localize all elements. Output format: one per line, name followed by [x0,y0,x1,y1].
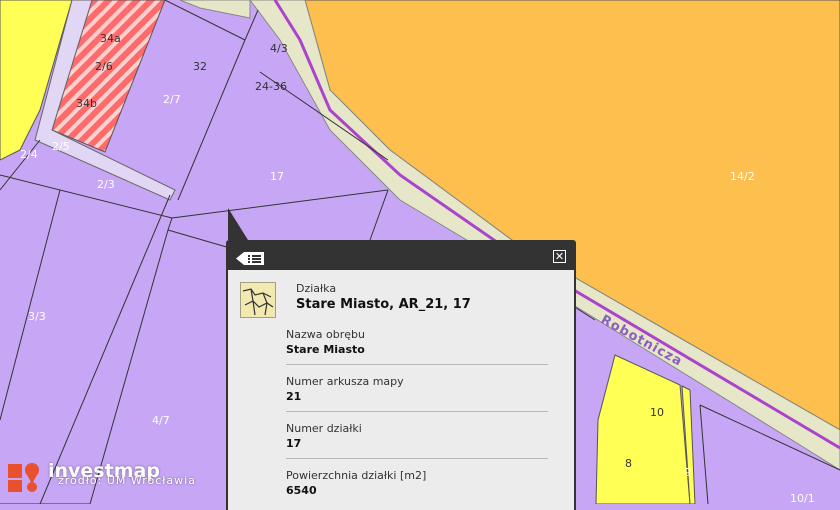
parcel-label: 2/5 [52,140,70,153]
divider [286,411,548,412]
parcel-label: 9 [684,466,691,479]
parcel-info-popup: ✕ Działka Stare Miasto, AR_21, 17 Nazwa … [226,208,576,510]
parcel-label: 2/3 [97,178,115,191]
investmap-logo-icon [8,463,39,492]
field-label: Numer arkusza mapy [286,375,404,388]
parcel-label: 17 [270,170,284,183]
parcel-label: 2/6 [95,60,113,73]
feature-type: Działka [296,282,337,295]
field-parcel-number: Numer działki 17 [286,422,548,459]
field-value: 17 [286,437,302,450]
parcel-label: 2/7 [163,93,181,106]
popup-pointer [228,208,248,240]
field-value: Stare Miasto [286,343,365,356]
parcel-label: 4/7 [152,414,170,427]
parcel-label: 8 [625,457,632,470]
parcel-label: 3/3 [28,310,46,323]
parcel-label: 24-36 [255,80,287,93]
parcel-label: 34a [100,32,121,45]
field-map-sheet: Numer arkusza mapy 21 [286,375,548,412]
popup-titlebar: ✕ [226,240,576,270]
field-value: 21 [286,390,302,403]
popup-body: Działka Stare Miasto, AR_21, 17 Nazwa ob… [228,270,574,510]
field-label: Numer działki [286,422,362,435]
parcel-label: 10 [650,406,664,419]
field-district: Nazwa obrębu Stare Miasto [286,328,548,365]
parcel-label: 2/4 [20,148,38,161]
field-value: 6540 [286,484,317,497]
parcel-label: 32 [193,60,207,73]
parcel-thumbnail-icon [240,282,276,318]
divider [286,458,548,459]
parcel-label: 4/3 [270,42,288,55]
parcel-label: 14/2 [730,170,755,183]
field-label: Powierzchnia działki [m2] [286,469,427,482]
divider [286,364,548,365]
source-attribution: źródło: UM Wrocławia [58,474,196,487]
feature-title: Stare Miasto, AR_21, 17 [296,297,471,312]
field-label: Nazwa obrębu [286,328,365,341]
close-icon[interactable]: ✕ [553,250,566,263]
popup-frame: ✕ Działka Stare Miasto, AR_21, 17 Nazwa … [226,240,576,510]
list-icon[interactable] [236,250,264,265]
parcel-label: 10/1 [790,492,815,504]
field-parcel-area: Powierzchnia działki [m2] 6540 [286,469,548,497]
parcel-label: 34b [76,97,97,110]
